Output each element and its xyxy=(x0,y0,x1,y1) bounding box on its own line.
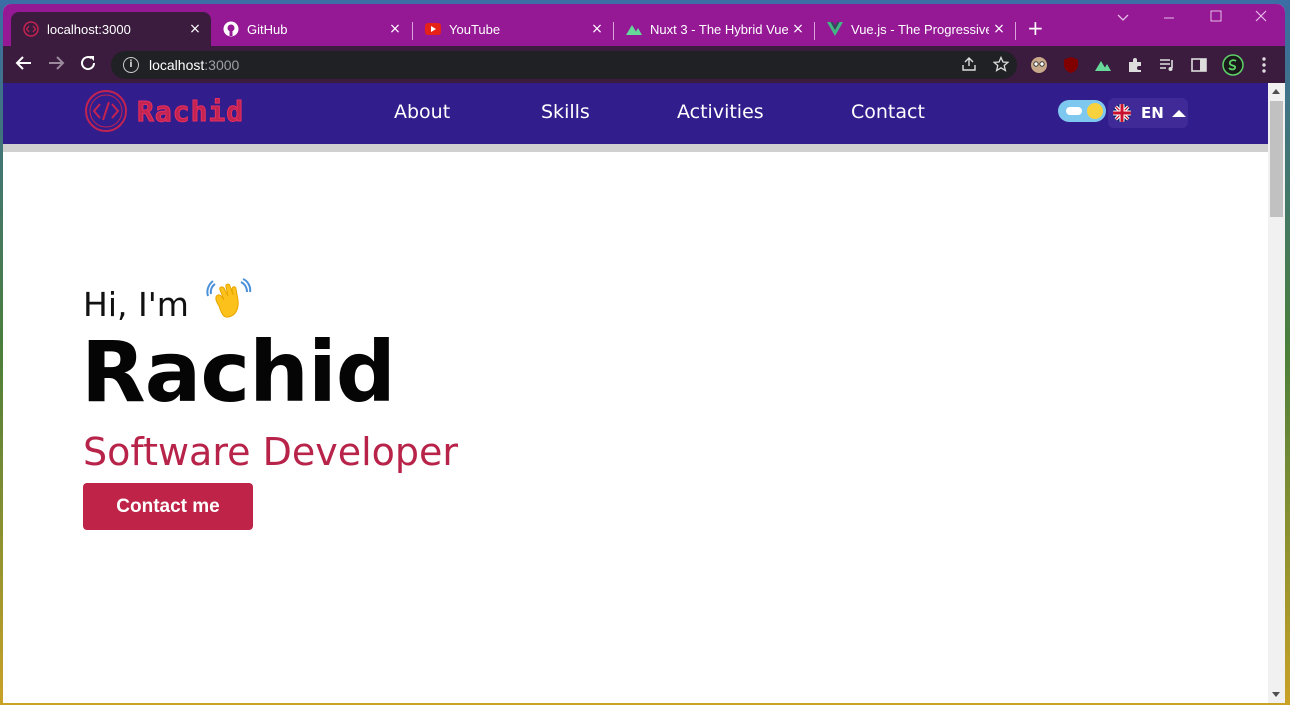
nav-link-skills[interactable]: Skills xyxy=(541,101,590,123)
language-selector[interactable]: EN xyxy=(1108,98,1188,128)
nav-link-activities[interactable]: Activities xyxy=(677,101,764,123)
rachid-logo-icon xyxy=(23,21,39,37)
menu-kebab-icon[interactable] xyxy=(1255,56,1273,74)
hero-name: Rachid xyxy=(81,323,396,421)
caret-up-icon xyxy=(1171,109,1186,117)
scroll-down-icon[interactable] xyxy=(1272,692,1280,697)
close-icon[interactable]: × xyxy=(385,21,405,37)
scroll-up-icon[interactable] xyxy=(1272,89,1280,94)
back-icon[interactable] xyxy=(15,54,33,77)
logo-code-icon xyxy=(85,90,127,132)
greeting-text: Hi, I'm xyxy=(83,284,189,324)
close-icon[interactable]: × xyxy=(185,21,205,37)
close-icon[interactable]: × xyxy=(788,21,808,37)
site-info-icon[interactable]: i xyxy=(123,57,139,73)
tab-title: GitHub xyxy=(247,21,288,37)
tab-search-icon[interactable] xyxy=(1117,10,1129,26)
forward-icon[interactable] xyxy=(47,54,65,77)
ublock-icon[interactable] xyxy=(1062,56,1080,74)
uk-flag-icon xyxy=(1113,104,1131,122)
nuxt-icon xyxy=(626,21,642,37)
navbar-divider xyxy=(3,144,1268,152)
page-scrollbar[interactable] xyxy=(1268,83,1285,703)
site-logo[interactable]: Rachid xyxy=(83,88,244,134)
tab-separator xyxy=(1015,22,1016,40)
tab-strip: localhost:3000 × GitHub × YouTube × Nuxt… xyxy=(3,4,1285,46)
profile-avatar-icon[interactable] xyxy=(1222,54,1244,76)
extension-avatar-icon[interactable] xyxy=(1030,56,1048,74)
browser-window: localhost:3000 × GitHub × YouTube × Nuxt… xyxy=(3,4,1285,703)
cloud-icon xyxy=(1066,107,1082,115)
address-url: localhost:3000 xyxy=(149,57,240,73)
scrollbar-thumb[interactable] xyxy=(1270,101,1283,217)
media-queue-icon[interactable] xyxy=(1158,56,1176,74)
youtube-icon xyxy=(425,21,441,37)
logo-wordmark: Rachid xyxy=(136,94,245,128)
tab-title: localhost:3000 xyxy=(47,21,131,37)
tab-youtube[interactable]: YouTube × xyxy=(413,12,613,46)
page-viewport: Rachid About Skills Activities Contact E… xyxy=(3,83,1268,703)
browser-toolbar: i localhost:3000 xyxy=(3,46,1285,83)
nav-link-contact[interactable]: Contact xyxy=(851,101,925,123)
tab-title: YouTube xyxy=(449,21,501,37)
side-panel-icon[interactable] xyxy=(1190,56,1208,74)
close-icon[interactable]: × xyxy=(587,21,607,37)
tab-github[interactable]: GitHub × xyxy=(211,12,411,46)
tab-nuxt[interactable]: Nuxt 3 - The Hybrid Vue F × xyxy=(614,12,814,46)
reload-icon[interactable] xyxy=(79,54,97,77)
minimize-icon[interactable] xyxy=(1163,8,1175,26)
sun-icon xyxy=(1087,103,1103,119)
tab-title: Vue.js - The Progressive Ja xyxy=(851,21,989,37)
tab-localhost[interactable]: localhost:3000 × xyxy=(11,12,211,46)
address-bar[interactable]: i localhost:3000 xyxy=(111,51,1017,79)
tab-vue[interactable]: Vue.js - The Progressive Ja × xyxy=(815,12,1015,46)
vue-devtools-icon[interactable] xyxy=(1094,56,1112,74)
bookmark-star-icon[interactable] xyxy=(992,55,1010,76)
hero-role: Software Developer xyxy=(83,430,459,474)
extensions-puzzle-icon[interactable] xyxy=(1126,56,1144,74)
theme-toggle[interactable] xyxy=(1058,100,1106,122)
vue-icon xyxy=(827,21,843,37)
site-navbar: Rachid About Skills Activities Contact E… xyxy=(3,83,1268,144)
github-icon xyxy=(223,21,239,37)
contact-me-button[interactable]: Contact me xyxy=(83,483,253,530)
language-code: EN xyxy=(1141,104,1164,122)
new-tab-button[interactable]: + xyxy=(1027,18,1044,38)
close-icon[interactable]: × xyxy=(989,21,1009,37)
window-close-icon[interactable] xyxy=(1255,10,1267,26)
share-icon[interactable] xyxy=(961,56,977,76)
maximize-icon[interactable] xyxy=(1210,10,1222,26)
tab-title: Nuxt 3 - The Hybrid Vue F xyxy=(650,21,788,37)
nav-link-about[interactable]: About xyxy=(394,101,450,123)
